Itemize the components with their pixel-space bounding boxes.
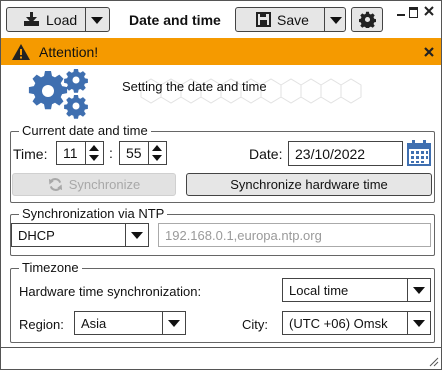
synchronize-label: Synchronize [68,177,141,192]
settings-button[interactable] [351,7,383,32]
synchronize-hardware-time-button[interactable]: Synchronize hardware time [186,173,432,196]
close-window-button[interactable] [423,5,435,17]
maximize-button[interactable] [409,7,419,18]
hour-value: 11 [63,145,78,161]
ntp-servers-value: 192.168.0.1,europa.ntp.org [165,227,322,243]
floppy-disk-icon [256,12,271,27]
city-value: (UTC +06) Omsk [289,315,388,331]
ntp-mode-value: DHCP [18,227,55,243]
time-label: Time: [13,146,48,162]
city-select[interactable]: (UTC +06) Omsk [282,311,431,335]
ntp-legend: Synchronization via NTP [19,206,168,221]
chevron-down-icon[interactable] [162,312,185,334]
ntp-mode-select[interactable]: DHCP [11,223,149,247]
minute-spin-buttons[interactable] [148,142,166,164]
spin-down-icon[interactable] [89,155,99,161]
chevron-down-icon[interactable] [407,312,430,334]
minute-spinner[interactable]: 55 [119,141,167,165]
date-value: 23/10/2022 [295,145,366,162]
load-label: Load [46,11,78,28]
spin-up-icon[interactable] [89,145,99,151]
gears-icon [28,69,88,119]
time-separator: : [109,145,113,161]
hardware-sync-label: Hardware time synchronization: [19,284,202,299]
hour-spinner[interactable]: 11 [56,141,104,165]
attention-text: Attention! [39,44,99,60]
load-split-divider [85,8,86,31]
gear-icon [358,11,376,28]
save-button[interactable]: Save [235,7,346,32]
date-input[interactable]: 23/10/2022 [288,141,403,166]
current-date-time-legend: Current date and time [19,123,151,138]
save-split-divider [324,8,325,31]
resize-grip-icon[interactable] [427,355,439,367]
region-select[interactable]: Asia [74,311,186,335]
minimize-button[interactable] [396,7,406,17]
window-title: Date and time [129,12,221,28]
chevron-down-icon[interactable] [91,17,103,24]
chevron-down-icon[interactable] [125,224,148,246]
ntp-servers-input[interactable]: 192.168.0.1,europa.ntp.org [158,223,431,247]
refresh-icon [48,178,62,191]
close-icon[interactable] [424,47,434,57]
close-icon [424,6,434,16]
calendar-icon[interactable] [407,140,431,166]
minute-value: 55 [126,145,142,161]
region-label: Region: [19,317,64,332]
region-value: Asia [81,315,107,331]
status-bar [1,347,441,370]
hour-spin-buttons[interactable] [85,142,103,164]
hardware-sync-value: Local time [289,282,349,298]
hardware-sync-select[interactable]: Local time [282,278,431,302]
header-banner: Setting the date and time [1,65,441,119]
synchronize-hardware-time-label: Synchronize hardware time [230,177,388,192]
chevron-down-icon[interactable] [330,17,342,24]
city-label: City: [242,317,268,332]
date-label: Date: [249,146,283,162]
window: Load Date and time Save Attention! Setti… [0,0,442,370]
spin-up-icon[interactable] [152,145,162,151]
chevron-down-icon[interactable] [407,279,430,301]
warning-icon [12,44,30,60]
attention-bar: Attention! [1,38,441,65]
synchronize-button[interactable]: Synchronize [12,173,176,196]
load-button[interactable]: Load [6,7,110,32]
spin-down-icon[interactable] [152,155,162,161]
timezone-legend: Timezone [19,260,82,275]
save-label: Save [277,11,309,28]
download-icon [24,12,39,26]
banner-text: Setting the date and time [122,79,267,94]
